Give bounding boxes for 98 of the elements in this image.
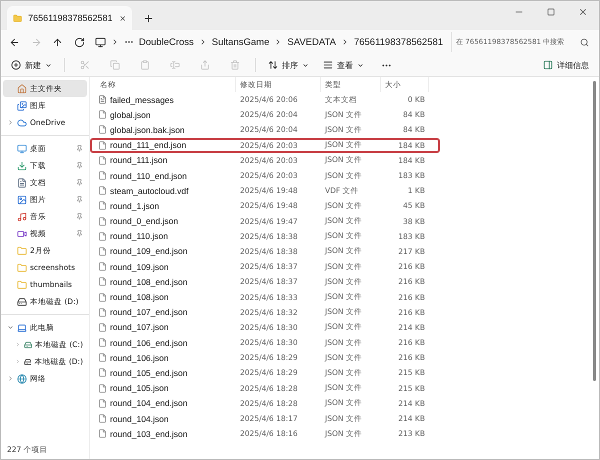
folder-icon <box>17 262 27 272</box>
file-name[interactable]: round_105.json <box>96 383 236 394</box>
monitor-icon <box>17 144 27 154</box>
file-name[interactable]: round_0_end.json <box>96 216 236 226</box>
file-name[interactable]: round_107_end.json <box>96 307 236 318</box>
file-name[interactable]: round_104.json <box>96 414 236 424</box>
cut-icon <box>80 60 90 70</box>
gallery-icon <box>17 100 27 110</box>
file-icon <box>98 246 107 256</box>
caret-icon <box>302 62 309 68</box>
file-name[interactable]: round_109.json <box>96 262 236 272</box>
file-icon <box>98 384 107 393</box>
file-name[interactable]: round_110_end.json <box>96 170 236 181</box>
file-icon <box>98 308 107 317</box>
back-icon <box>9 36 20 48</box>
file-name[interactable]: round_111.json <box>96 155 236 166</box>
file-name[interactable]: round_103_end.json <box>96 428 236 439</box>
file-icon <box>98 262 107 272</box>
file-icon <box>98 216 107 226</box>
close-icon <box>578 7 588 17</box>
sort-icon <box>268 60 278 70</box>
close-icon[interactable] <box>118 14 126 22</box>
globe-icon <box>17 374 27 384</box>
scrollbar[interactable] <box>593 81 596 381</box>
file-name[interactable]: round_110.json <box>96 231 236 242</box>
new-button[interactable]: 新建 <box>9 55 54 75</box>
video-icon <box>17 228 27 238</box>
file-icon <box>98 186 107 196</box>
file-icon <box>98 368 107 378</box>
file-name[interactable]: failed_messages <box>96 94 236 105</box>
file-icon <box>98 292 107 302</box>
file-icon <box>98 322 107 332</box>
monitor-icon[interactable] <box>94 36 106 48</box>
file-icon <box>98 277 107 286</box>
caret-icon <box>45 62 52 68</box>
maximize-icon <box>547 8 555 16</box>
file-name[interactable]: round_106_end.json <box>96 338 236 348</box>
breadcrumb-item[interactable]: SultansGame <box>212 36 270 48</box>
lines-icon <box>323 60 333 70</box>
forward-icon <box>30 36 42 48</box>
file-icon <box>98 201 107 210</box>
document-icon <box>17 178 27 188</box>
download-icon <box>17 160 27 170</box>
file-name[interactable]: round_107.json <box>96 322 236 332</box>
file-icon <box>98 125 107 134</box>
details-button[interactable]: 详细信息 <box>541 55 591 75</box>
file-name[interactable]: round_108_end.json <box>96 276 236 287</box>
cloud-icon <box>17 118 27 128</box>
file-icon <box>98 156 107 165</box>
house-icon <box>17 84 27 94</box>
delete-icon <box>230 60 240 70</box>
file-icon <box>98 140 107 150</box>
sort-button[interactable]: 排序 <box>266 55 311 75</box>
share-icon <box>200 60 210 70</box>
folder-icon <box>17 246 27 256</box>
panel-icon <box>543 60 553 70</box>
text-file-icon <box>98 95 107 104</box>
plus-circle-icon <box>11 60 21 70</box>
up-arrow-icon <box>52 36 64 48</box>
file-icon <box>98 171 107 180</box>
drive-icon <box>24 340 32 350</box>
file-icon <box>98 338 107 348</box>
music-icon <box>17 212 27 222</box>
file-name[interactable]: round_106.json <box>96 352 236 363</box>
file-icon <box>98 398 107 408</box>
breadcrumb-item[interactable]: 76561198378562581 <box>354 36 444 48</box>
file-icon <box>98 110 107 120</box>
file-icon <box>98 414 107 424</box>
breadcrumb-item[interactable]: DoubleCross <box>138 36 194 48</box>
file-icon <box>98 353 107 362</box>
file-name[interactable]: round_104_end.json <box>96 398 236 408</box>
copy-icon <box>110 60 120 70</box>
picture-icon <box>17 194 27 204</box>
paste-icon <box>140 60 150 70</box>
plus-icon <box>142 12 154 24</box>
folder-icon <box>13 12 22 24</box>
rename-icon <box>170 60 180 70</box>
file-name[interactable]: global.json.bak.json <box>96 124 236 135</box>
file-name[interactable]: round_109_end.json <box>96 246 236 256</box>
file-icon <box>98 429 107 438</box>
breadcrumb-item[interactable]: SAVEDATA <box>287 36 336 48</box>
file-name[interactable]: round_111_end.json <box>96 140 236 150</box>
file-name[interactable]: round_1.json <box>96 200 236 211</box>
file-name[interactable]: round_108.json <box>96 292 236 302</box>
folder-tab[interactable]: 76561198378562581 <box>7 6 132 30</box>
drive-icon <box>17 296 27 306</box>
caret-icon <box>357 62 364 68</box>
folder-icon <box>17 280 27 290</box>
file-name[interactable]: global.json <box>96 110 236 120</box>
chevron-down-icon[interactable] <box>7 324 14 331</box>
search-icon <box>580 38 590 46</box>
view-button[interactable]: 查看 <box>321 55 366 75</box>
file-icon <box>98 232 107 241</box>
file-name[interactable]: round_105_end.json <box>96 368 236 378</box>
drive-icon <box>24 356 32 366</box>
refresh-icon <box>74 36 85 48</box>
file-name[interactable]: steam_autocloud.vdf <box>96 186 236 196</box>
computer-icon <box>17 322 27 332</box>
